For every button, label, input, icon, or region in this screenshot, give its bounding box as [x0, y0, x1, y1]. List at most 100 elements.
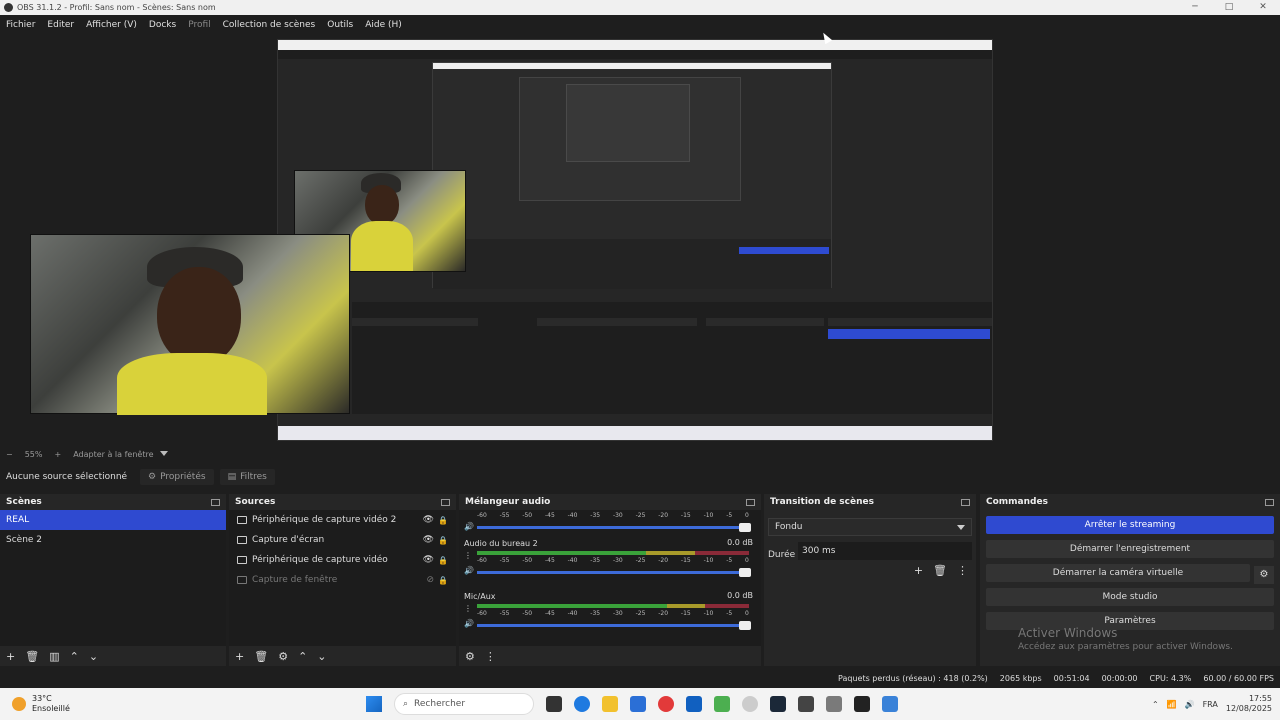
properties-button[interactable]: ⚙ Propriétés	[140, 469, 214, 485]
eye-icon[interactable]: 👁	[423, 555, 434, 565]
eye-hidden-icon[interactable]: ⊘	[426, 575, 434, 585]
zoom-in-button[interactable]: +	[48, 450, 67, 459]
edge-icon[interactable]	[574, 696, 590, 712]
store-icon[interactable]	[630, 696, 646, 712]
studio-mode-button[interactable]: Mode studio	[986, 588, 1274, 606]
file-explorer-icon[interactable]	[602, 696, 618, 712]
opera-icon[interactable]	[658, 696, 674, 712]
lock-icon[interactable]: 🔒	[438, 516, 448, 525]
maximize-button[interactable]: □	[1212, 0, 1246, 15]
nested-preview	[432, 62, 832, 289]
lock-icon[interactable]: 🔒	[438, 536, 448, 545]
undock-icon[interactable]	[1265, 498, 1274, 506]
move-up-icon[interactable]: ⌃	[298, 650, 307, 663]
menu-fichier[interactable]: Fichier	[0, 20, 41, 30]
mixer-title: Mélangeur audio	[465, 497, 551, 507]
language-indicator[interactable]: FRA	[1203, 700, 1218, 709]
add-icon[interactable]: +	[914, 564, 923, 577]
lock-icon[interactable]: 🔒	[438, 556, 448, 565]
app-icon[interactable]	[742, 696, 758, 712]
weather-widget[interactable]: 33°C Ensoleillé	[0, 694, 300, 714]
speaker-icon[interactable]: 🔊	[1185, 700, 1195, 709]
more-icon[interactable]: ⋮	[464, 551, 472, 560]
sources-title: Sources	[235, 497, 276, 507]
epic-games-icon[interactable]	[854, 696, 870, 712]
bitrate: 2065 kbps	[999, 673, 1042, 683]
obs-icon[interactable]	[882, 696, 898, 712]
trash-icon[interactable]: 🗑	[933, 564, 947, 577]
filter-icon[interactable]: ▥	[49, 650, 59, 663]
task-view-icon[interactable]	[546, 696, 562, 712]
start-virtual-camera-button[interactable]: Démarrer la caméra virtuelle	[986, 564, 1250, 582]
settings-icon[interactable]	[826, 696, 842, 712]
undock-icon[interactable]	[441, 498, 450, 506]
move-up-icon[interactable]: ⌃	[70, 650, 79, 663]
source-item[interactable]: Périphérique de capture vidéo 2 👁 🔒	[229, 510, 456, 530]
undock-icon[interactable]	[961, 498, 970, 506]
app-icon[interactable]	[714, 696, 730, 712]
duration-field[interactable]: 300 ms	[798, 542, 972, 560]
volume-slider[interactable]	[477, 523, 751, 532]
record-time: 00:00:00	[1101, 673, 1138, 683]
menu-docks[interactable]: Docks	[143, 20, 182, 30]
undock-icon[interactable]	[211, 498, 220, 506]
mixer-channel-desktop-audio-2: Audio du bureau 2 0.0 dB ⋮ -60 -55 -50 -45-…	[459, 538, 761, 591]
app-icon[interactable]	[798, 696, 814, 712]
clock[interactable]: 17:55 12/08/2025	[1226, 694, 1272, 714]
more-icon[interactable]: ⋮	[464, 604, 472, 613]
move-down-icon[interactable]: ⌄	[317, 650, 326, 663]
more-icon[interactable]: ⋮	[957, 564, 968, 577]
menu-editer[interactable]: Editer	[41, 20, 80, 30]
source-toolbar: Aucune source sélectionné ⚙ Propriétés ▤ F…	[0, 466, 1280, 488]
network-icon[interactable]: 📶	[1167, 700, 1177, 709]
stop-streaming-button[interactable]: Arrêter le streaming	[986, 516, 1274, 534]
filters-button[interactable]: ▤ Filtres	[219, 469, 275, 485]
scene-item-real[interactable]: REAL	[0, 510, 226, 530]
menu-collection-scenes[interactable]: Collection de scènes	[217, 20, 322, 30]
chevron-up-icon[interactable]: ⌃	[1152, 700, 1159, 709]
speaker-icon[interactable]: 🔊	[464, 522, 474, 531]
menu-afficher[interactable]: Afficher (V)	[80, 20, 143, 30]
source-item[interactable]: Capture de fenêtre ⊘ 🔒	[229, 570, 456, 590]
more-icon[interactable]: ⋮	[485, 650, 496, 663]
camera-icon	[237, 556, 247, 564]
transition-select[interactable]: Fondu	[768, 518, 972, 536]
volume-slider[interactable]	[477, 568, 751, 577]
menu-profil[interactable]: Profil	[182, 20, 216, 30]
undock-icon[interactable]	[746, 498, 755, 506]
volume-slider[interactable]	[477, 621, 751, 630]
source-item[interactable]: Périphérique de capture vidéo 👁 🔒	[229, 550, 456, 570]
audio-mixer-dock: Mélangeur audio -60 -55 -50 -45 -40 -35 -30 -25…	[459, 494, 761, 666]
close-button[interactable]: ✕	[1246, 0, 1280, 15]
eye-icon[interactable]: 👁	[423, 535, 434, 545]
windows-start-icon[interactable]	[366, 696, 382, 712]
move-down-icon[interactable]: ⌄	[89, 650, 98, 663]
zoom-out-button[interactable]: −	[0, 450, 19, 459]
preview-canvas[interactable]	[0, 34, 1280, 447]
advanced-audio-icon[interactable]: ⚙	[465, 650, 475, 663]
minimize-button[interactable]: ─	[1178, 0, 1212, 15]
outlook-icon[interactable]	[686, 696, 702, 712]
speaker-icon[interactable]: 🔊	[464, 566, 474, 575]
fps: 60.00 / 60.00 FPS	[1203, 673, 1274, 683]
camera-icon	[237, 516, 247, 524]
menu-outils[interactable]: Outils	[321, 20, 359, 30]
lock-icon[interactable]: 🔒	[438, 576, 448, 585]
steam-icon[interactable]	[770, 696, 786, 712]
fit-to-window[interactable]: Adapter à la fenêtre	[67, 450, 159, 459]
trash-icon[interactable]: 🗑	[25, 650, 39, 663]
audio-meter	[477, 551, 749, 555]
speaker-icon[interactable]: 🔊	[464, 619, 474, 628]
chevron-down-icon[interactable]	[160, 451, 168, 456]
scene-item-scene-2[interactable]: Scène 2	[0, 530, 226, 550]
menu-aide[interactable]: Aide (H)	[359, 20, 408, 30]
trash-icon[interactable]: 🗑	[254, 650, 268, 663]
add-icon[interactable]: +	[6, 650, 15, 663]
eye-icon[interactable]: 👁	[423, 515, 434, 525]
source-item[interactable]: Capture d'écran 👁 🔒	[229, 530, 456, 550]
add-icon[interactable]: +	[235, 650, 244, 663]
gear-icon[interactable]: ⚙	[278, 650, 288, 663]
gear-icon[interactable]: ⚙	[1254, 566, 1274, 584]
taskbar-search[interactable]: ⌕ Rechercher	[394, 693, 534, 715]
start-recording-button[interactable]: Démarrer l'enregistrement	[986, 540, 1274, 558]
